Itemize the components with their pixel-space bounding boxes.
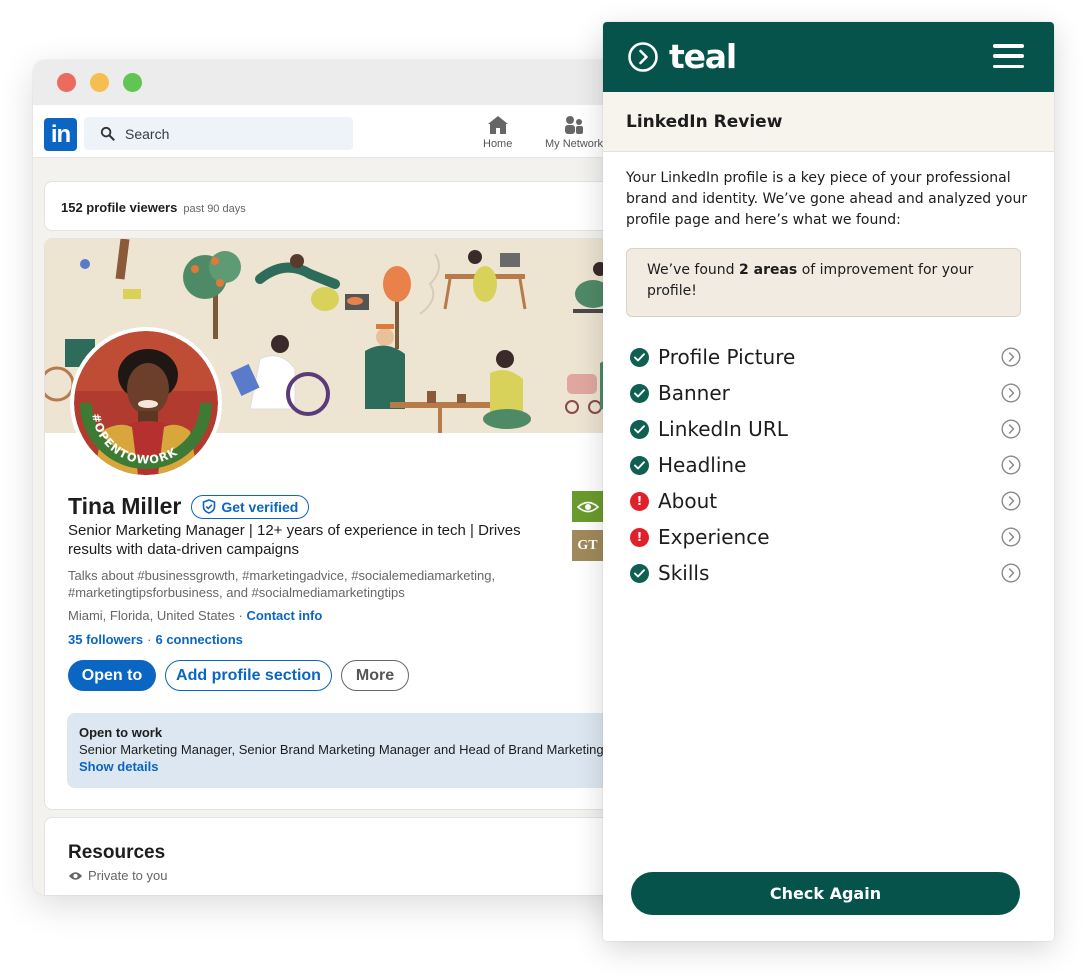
add-profile-section-button[interactable]: Add profile section xyxy=(165,660,332,691)
profile-name: Tina Miller xyxy=(68,493,182,519)
chevron-right-circle-icon[interactable] xyxy=(1001,383,1021,403)
profile-network-stats: 35 followers · 6 connections xyxy=(68,632,243,647)
check-item-headline[interactable]: Headline xyxy=(603,447,1054,483)
minimize-window-button[interactable] xyxy=(90,73,109,92)
profile-location: Miami, Florida, United States · Contact … xyxy=(68,608,322,623)
stats-separator: · xyxy=(147,632,152,647)
improvement-callout: We’ve found 2 areas of improvement for y… xyxy=(626,248,1021,317)
maximize-window-button[interactable] xyxy=(123,73,142,92)
check-again-button[interactable]: Check Again xyxy=(631,872,1020,915)
check-item-label: Profile Picture xyxy=(658,345,796,369)
callout-highlight: 2 areas xyxy=(739,262,798,278)
section-title: LinkedIn Review xyxy=(626,111,783,132)
check-item-label: About xyxy=(658,489,718,513)
review-checklist: Profile Picture Banner LinkedIn URL Head… xyxy=(603,339,1054,591)
alert-icon: ! xyxy=(630,491,649,511)
chevron-right-circle-icon[interactable] xyxy=(1001,347,1021,367)
company-logo-icon[interactable] xyxy=(572,491,603,522)
home-icon xyxy=(487,116,508,134)
profile-viewers-card[interactable]: 152 profile viewers past 90 days xyxy=(44,181,645,231)
resources-privacy-label: Private to you xyxy=(88,868,168,883)
open-to-work-box[interactable]: Open to work Senior Marketing Manager, S… xyxy=(67,713,637,788)
alert-icon: ! xyxy=(630,527,649,547)
check-item-banner[interactable]: Banner xyxy=(603,375,1054,411)
followers-link[interactable]: 35 followers xyxy=(68,632,143,647)
eye-logo-icon xyxy=(576,501,599,512)
teal-header: teal xyxy=(603,22,1054,92)
check-item-label: Banner xyxy=(658,381,730,405)
open-to-work-roles: Senior Marketing Manager, Senior Brand M… xyxy=(79,742,604,757)
search-icon xyxy=(100,126,115,141)
check-item-label: Skills xyxy=(658,561,710,585)
profile-headline: Senior Marketing Manager | 12+ years of … xyxy=(68,522,521,558)
profile-talks-about: Talks about #businessgrowth, #marketinga… xyxy=(68,568,496,600)
profile-name-row: Tina Miller Get verified xyxy=(68,493,310,520)
chevron-right-circle-icon[interactable] xyxy=(1001,491,1021,511)
resources-privacy: Private to you xyxy=(68,868,640,883)
linkedin-logo-icon[interactable]: in xyxy=(44,118,77,151)
chevron-right-circle-icon[interactable] xyxy=(1001,563,1021,583)
school-logo-icon[interactable]: GT xyxy=(572,530,603,561)
avatar-illustration: #OPENTOWORK xyxy=(74,331,218,475)
linkedin-navbar: in Search Home My Network xyxy=(33,105,645,158)
check-item-experience[interactable]: ! Experience xyxy=(603,519,1054,555)
window-titlebar xyxy=(33,60,645,105)
close-window-button[interactable] xyxy=(57,73,76,92)
profile-actions: Open to Add profile section More xyxy=(68,660,409,691)
check-success-icon xyxy=(630,347,649,367)
connections-link[interactable]: 6 connections xyxy=(155,632,242,647)
get-verified-button[interactable]: Get verified xyxy=(191,494,310,519)
check-item-about[interactable]: ! About xyxy=(603,483,1054,519)
review-intro-text: Your LinkedIn profile is a key piece of … xyxy=(626,170,1028,228)
more-button[interactable]: More xyxy=(341,660,409,691)
open-to-work-title: Open to work xyxy=(79,725,163,740)
chevron-right-circle-icon[interactable] xyxy=(1001,527,1021,547)
check-success-icon xyxy=(630,383,649,403)
check-item-skills[interactable]: Skills xyxy=(603,555,1054,591)
callout-prefix: We’ve found xyxy=(647,262,740,278)
search-input[interactable]: Search xyxy=(84,117,353,150)
chevron-right-circle-icon[interactable] xyxy=(1001,455,1021,475)
show-details-link[interactable]: Show details xyxy=(79,759,625,774)
nav-my-network[interactable]: My Network xyxy=(545,114,603,150)
profile-avatar[interactable]: #OPENTOWORK xyxy=(70,327,222,479)
check-success-icon xyxy=(630,419,649,439)
contact-info-link[interactable]: Contact info xyxy=(246,608,322,623)
teal-logo[interactable]: teal xyxy=(627,37,737,76)
check-success-icon xyxy=(630,455,649,475)
profile-viewers-count: 152 profile viewers xyxy=(61,200,178,215)
teal-section-header: LinkedIn Review xyxy=(603,92,1054,152)
resources-card: Resources Private to you xyxy=(44,817,645,895)
teal-logo-icon xyxy=(628,41,658,72)
menu-icon[interactable] xyxy=(993,44,1024,68)
profile-viewers-period: past 90 days xyxy=(183,203,246,215)
check-item-profile-picture[interactable]: Profile Picture xyxy=(603,339,1054,375)
location-text: Miami, Florida, United States · xyxy=(68,608,247,623)
check-item-label: Experience xyxy=(658,525,770,549)
profile-card: #OPENTOWORK GT Tina Miller Get verified … xyxy=(44,238,645,810)
browser-window: in Search Home My Network 152 profile vi… xyxy=(33,60,645,895)
teal-brand-name: teal xyxy=(669,37,737,76)
company-logos: GT xyxy=(572,491,603,561)
search-placeholder: Search xyxy=(125,125,170,142)
shield-check-icon xyxy=(203,499,216,514)
teal-extension-panel: teal LinkedIn Review Your LinkedIn profi… xyxy=(603,22,1054,941)
eye-icon xyxy=(68,871,83,880)
nav-home-label: Home xyxy=(483,138,513,150)
nav-home[interactable]: Home xyxy=(483,114,512,150)
chevron-right-circle-icon[interactable] xyxy=(1001,419,1021,439)
people-icon xyxy=(565,116,584,134)
check-success-icon xyxy=(630,563,649,583)
check-item-label: LinkedIn URL xyxy=(658,417,788,441)
resources-title: Resources xyxy=(68,842,166,863)
check-item-linkedin-url[interactable]: LinkedIn URL xyxy=(603,411,1054,447)
avatar-photo: #OPENTOWORK xyxy=(74,331,218,475)
open-to-button[interactable]: Open to xyxy=(68,660,156,691)
check-item-label: Headline xyxy=(658,453,747,477)
nav-my-network-label: My Network xyxy=(545,138,604,150)
get-verified-label: Get verified xyxy=(221,498,299,515)
